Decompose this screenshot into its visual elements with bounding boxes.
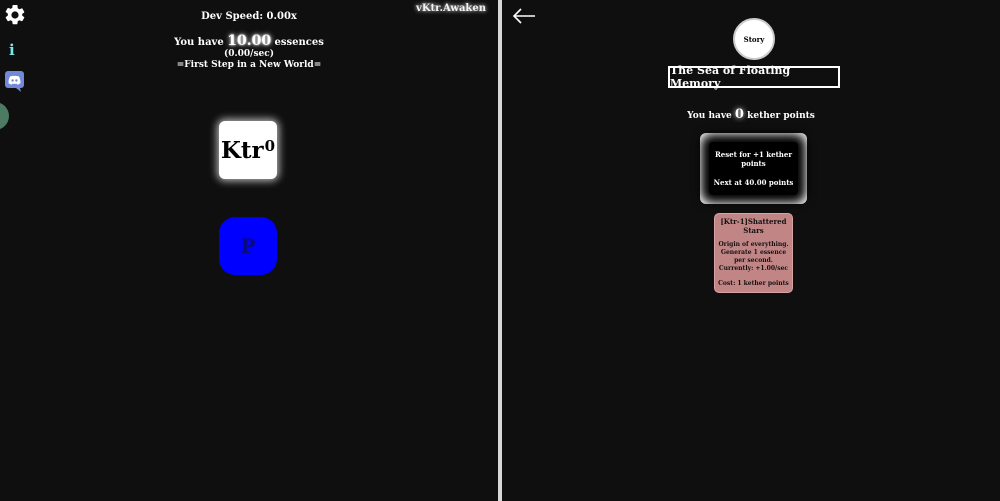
next-threshold: Next at 40.00 points [713,178,794,187]
upgrade-cost: Cost: 1 kether points [718,280,789,287]
p-node-label: P [240,234,256,258]
layer-title: The Sea of Floating Memory [668,64,840,90]
essence-counter: You have 10.00 essences [0,33,498,49]
reset-label: Reset for +1 kether points [714,150,793,168]
dev-speed-label: Dev Speed: 0.00x [201,11,297,22]
ktr-layer-node[interactable]: Ktr 0 [219,121,277,179]
reset-button-body: Reset for +1 kether points Next at 40.00… [709,142,798,195]
kether-suffix: kether points [747,111,815,121]
main-game-pane: i vKtr.Awaken Dev Speed: 0.00x You have … [0,0,498,501]
ktr-node-label: Ktr [220,136,264,164]
p-layer-node[interactable]: P [219,217,277,275]
story-button-label: Story [743,34,765,44]
kether-amount: 0 [734,107,744,122]
chapter-title: =First Step in a New World= [176,60,322,70]
upgrade-title: [Ktr-1]Shattered Stars [720,217,787,235]
upgrade-description: Origin of everything. Generate 1 essence… [718,241,789,264]
essence-rate: (0.00/sec) [224,49,274,59]
reset-button[interactable]: Reset for +1 kether points Next at 40.00… [700,133,807,204]
upgrade-card[interactable]: [Ktr-1]Shattered Stars Origin of everyth… [714,213,793,293]
essence-suffix: essences [274,37,324,48]
kether-counter: You have 0 kether points [502,107,1000,122]
ktr-node-exponent: 0 [264,137,276,155]
discord-icon[interactable] [5,71,24,92]
story-button[interactable]: Story [733,18,775,60]
essence-amount: 10.00 [227,33,272,49]
back-arrow-icon[interactable] [512,6,536,26]
essence-prefix: You have [174,37,224,48]
kether-prefix: You have [687,111,732,121]
layer-detail-pane: Story The Sea of Floating Memory You hav… [502,0,1000,501]
side-tab[interactable] [0,102,9,130]
upgrade-current: Currently: +1.00/sec [718,265,789,272]
